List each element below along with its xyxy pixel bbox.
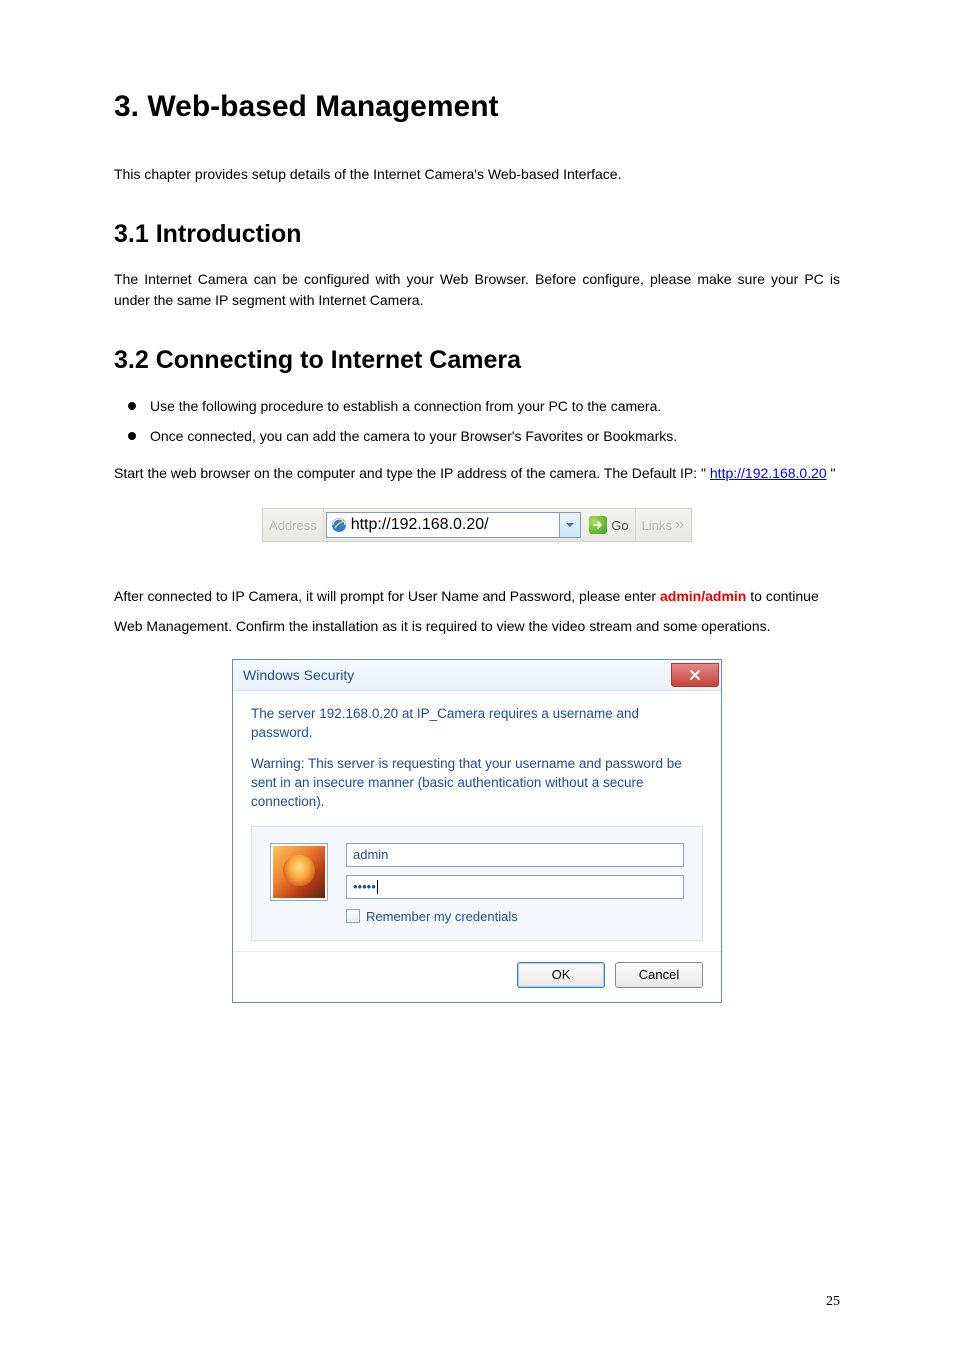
windows-security-dialog: Windows Security The server 192.168.0.20… [232,659,722,1002]
section-3-1-body: The Internet Camera can be configured wi… [114,269,840,312]
text-fragment: Start the web browser on the computer an… [114,465,710,481]
links-label-text: Links [642,518,672,533]
user-avatar [270,843,328,901]
go-label: Go [611,518,628,533]
intro-paragraph: This chapter provides setup details of t… [114,164,840,186]
list-item: Once connected, you can add the camera t… [114,425,840,449]
credentials-box: admin ••••• Remember my credentials [251,826,703,941]
admin-credentials-text: admin/admin [660,588,746,604]
close-button[interactable] [671,663,719,687]
dialog-title: Windows Security [243,667,354,683]
close-icon [688,669,702,681]
text-fragment: After connected to IP Camera, it will pr… [114,588,660,604]
remember-checkbox[interactable] [346,909,360,923]
go-arrow-icon [589,516,607,534]
text-fragment: " [827,465,836,481]
password-field[interactable]: ••••• [346,875,684,899]
password-mask: ••••• [353,879,376,894]
address-url-text: http://192.168.0.20/ [351,516,489,534]
text-caret [377,880,378,894]
list-item: Use the following procedure to establish… [114,395,840,419]
address-dropdown-button[interactable] [560,512,581,538]
username-field[interactable]: admin [346,843,684,867]
section-3-1-title: 3.1 Introduction [114,220,840,249]
links-menu[interactable]: Links [635,509,691,541]
remember-credentials-row[interactable]: Remember my credentials [346,909,684,924]
ok-button[interactable]: OK [517,962,605,988]
cancel-button[interactable]: Cancel [615,962,703,988]
start-browser-paragraph: Start the web browser on the computer an… [114,463,840,485]
ip-address-link[interactable]: http://192.168.0.20 [710,465,827,481]
address-bar-screenshot: Address http://192.168.0.20/ Go [262,508,692,542]
dialog-message-2: Warning: This server is requesting that … [251,755,703,812]
dialog-footer: OK Cancel [233,951,721,1002]
bullet-list: Use the following procedure to establish… [114,395,840,449]
ie-icon [331,517,347,533]
heading-main: 3. Web-based Management [114,90,840,124]
address-label: Address [263,509,324,541]
go-button[interactable]: Go [583,509,634,541]
dialog-message-1: The server 192.168.0.20 at IP_Camera req… [251,705,703,743]
address-input[interactable]: http://192.168.0.20/ [326,512,561,538]
remember-label: Remember my credentials [366,909,518,924]
chevron-right-icon [675,521,685,529]
page-number: 25 [826,1294,840,1310]
after-connect-paragraph: After connected to IP Camera, it will pr… [114,582,840,641]
section-3-2-title: 3.2 Connecting to Internet Camera [114,346,840,375]
username-value: admin [353,847,388,862]
dialog-titlebar: Windows Security [233,660,721,691]
